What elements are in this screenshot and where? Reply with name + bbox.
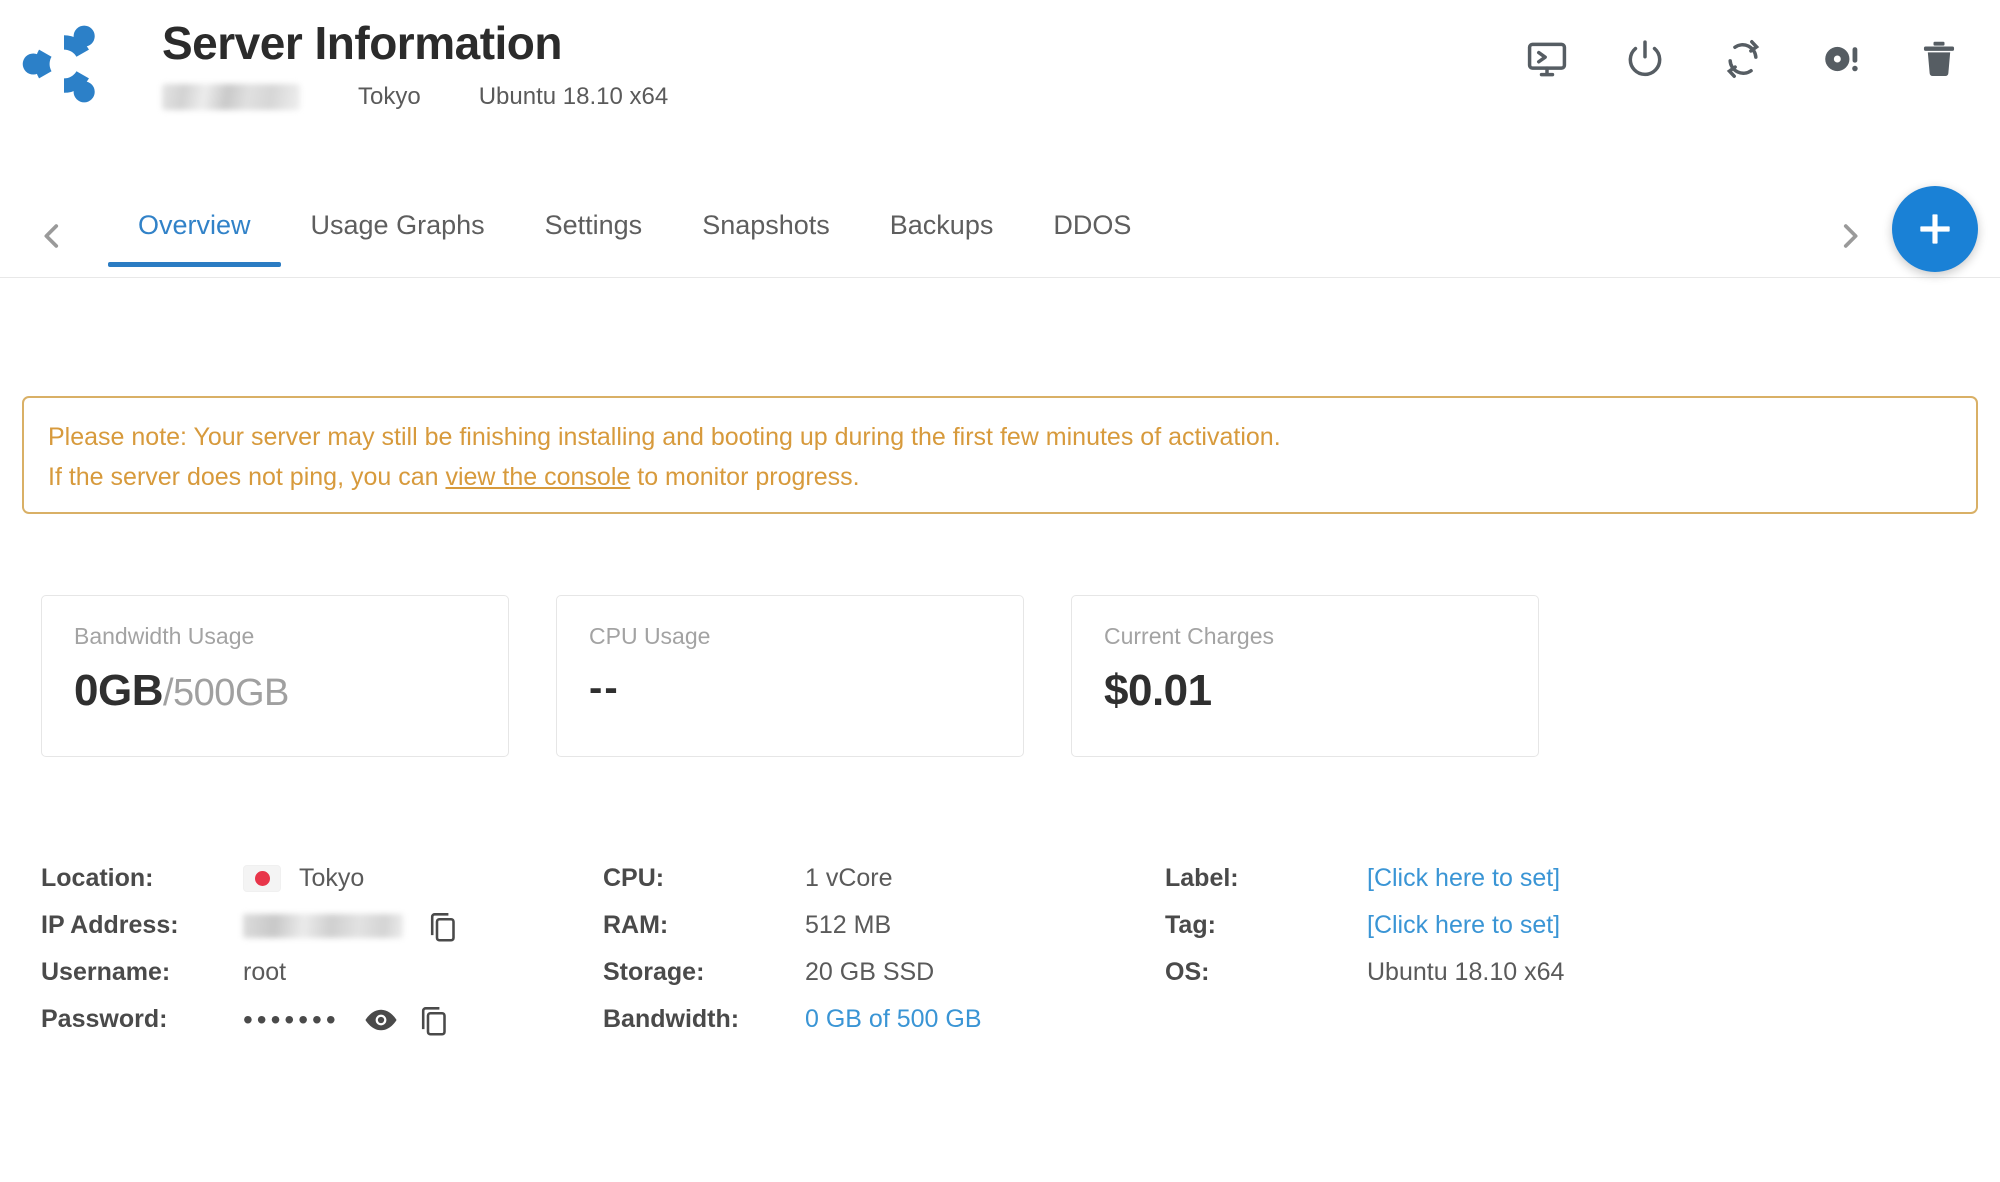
ubuntu-logo-icon <box>16 16 112 112</box>
tab-ddos[interactable]: DDOS <box>1023 196 1161 267</box>
notice-line-1: Please note: Your server may still be fi… <box>48 423 1281 451</box>
view-console-link[interactable]: view the console <box>445 463 630 491</box>
password-value-wrap: ••••••• <box>243 1001 468 1039</box>
bandwidth-used: 0GB <box>74 666 163 715</box>
tab-settings-label: Settings <box>544 210 643 240</box>
reinstall-icon[interactable] <box>1818 36 1864 82</box>
notice-line-2-suffix: to monitor progress. <box>630 462 860 491</box>
current-charges-value: $0.01 <box>1104 666 1212 715</box>
username-key: Username: <box>41 958 171 986</box>
detail-row-ip-address: IP Address: <box>41 902 556 949</box>
ubuntu-logo-svg <box>22 25 95 103</box>
copy-ip-icon[interactable] <box>425 908 461 944</box>
tab-list: Overview Usage Graphs Settings Snapshots… <box>108 196 1161 267</box>
cpu-value: 1 vCore <box>805 864 893 892</box>
ip-address-redacted <box>243 913 403 938</box>
bandwidth-total: /500GB <box>162 672 289 714</box>
hostname-redacted <box>162 83 300 110</box>
detail-row-username: Username: root <box>41 949 556 996</box>
detail-row-storage: Storage: 20 GB SSD <box>603 949 1118 996</box>
detail-row-location: Location: Tokyo <box>41 855 556 902</box>
notice-line-2: If the server does not ping, you can vie… <box>48 458 1952 498</box>
tab-usage-graphs[interactable]: Usage Graphs <box>281 196 515 267</box>
detail-row-os: OS: Ubuntu 18.10 x64 <box>1165 949 1680 996</box>
page-header: Server Information Tokyo Ubuntu 18.10 x6… <box>0 0 2000 158</box>
chevron-left-icon[interactable] <box>30 214 74 258</box>
activation-notice-banner: Please note: Your server may still be fi… <box>22 396 1978 514</box>
set-tag-link[interactable]: [Click here to set] <box>1367 911 1560 940</box>
current-charges-card: Current Charges $0.01 <box>1071 595 1539 757</box>
label-key: Label: <box>1165 864 1239 892</box>
cpu-usage-value: -- <box>589 666 620 710</box>
title-block: Server Information Tokyo Ubuntu 18.10 x6… <box>162 18 668 111</box>
tab-snapshots[interactable]: Snapshots <box>672 196 860 267</box>
bandwidth-key: Bandwidth: <box>603 1005 740 1033</box>
os-value: Ubuntu 18.10 x64 <box>1367 958 1565 986</box>
bandwidth-value-link[interactable]: 0 GB of 500 GB <box>805 1005 982 1034</box>
page-title: Server Information <box>162 17 563 69</box>
detail-row-tag: Tag: [Click here to set] <box>1165 902 1680 949</box>
tab-snapshots-label: Snapshots <box>702 210 830 240</box>
chevron-right-icon[interactable] <box>1828 214 1872 258</box>
console-icon[interactable] <box>1524 36 1570 82</box>
bandwidth-usage-value: 0GB/500GB <box>74 666 476 716</box>
tab-ddos-label: DDOS <box>1053 210 1132 240</box>
tab-settings[interactable]: Settings <box>515 196 673 267</box>
os-key: OS: <box>1165 958 1210 986</box>
ip-address-value-wrap <box>243 908 477 944</box>
plus-icon <box>1920 214 1950 244</box>
copy-password-icon[interactable] <box>416 1002 452 1038</box>
label-value-wrap: [Click here to set] <box>1367 864 1560 893</box>
cpu-usage-label: CPU Usage <box>589 623 711 649</box>
detail-row-label: Label: [Click here to set] <box>1165 855 1680 902</box>
tab-backups-label: Backups <box>889 210 994 240</box>
password-key: Password: <box>41 1005 168 1033</box>
details-column-right: Label: [Click here to set] Tag: [Click h… <box>1165 855 1680 1043</box>
location-value: Tokyo <box>299 864 365 892</box>
stat-cards: Bandwidth Usage 0GB/500GB CPU Usage -- C… <box>41 595 1959 757</box>
detail-row-ram: RAM: 512 MB <box>603 902 1118 949</box>
bandwidth-usage-card: Bandwidth Usage 0GB/500GB <box>41 595 509 757</box>
cpu-key: CPU: <box>603 864 665 892</box>
eye-icon[interactable] <box>362 1001 400 1039</box>
ip-address-key: IP Address: <box>41 911 179 939</box>
restart-icon[interactable] <box>1720 36 1766 82</box>
tab-overview[interactable]: Overview <box>108 196 281 267</box>
bandwidth-usage-label: Bandwidth Usage <box>74 623 255 649</box>
subtitle-os: Ubuntu 18.10 x64 <box>478 82 669 110</box>
tab-backups[interactable]: Backups <box>860 196 1024 267</box>
add-server-button[interactable] <box>1892 186 1978 272</box>
tag-key: Tag: <box>1165 911 1216 939</box>
ram-key: RAM: <box>603 911 669 939</box>
tag-value-wrap: [Click here to set] <box>1367 911 1560 940</box>
details-column-left: Location: Tokyo IP Address: Username: ro… <box>41 855 556 1043</box>
location-key: Location: <box>41 864 154 892</box>
storage-key: Storage: <box>603 958 705 986</box>
details-column-middle: CPU: 1 vCore RAM: 512 MB Storage: 20 GB … <box>603 855 1118 1043</box>
notice-line-2-prefix: If the server does not ping, you can <box>48 462 446 491</box>
trash-icon[interactable] <box>1916 36 1962 82</box>
tab-usage-graphs-label: Usage Graphs <box>310 210 485 240</box>
storage-value: 20 GB SSD <box>805 958 935 986</box>
current-charges-label: Current Charges <box>1104 623 1275 649</box>
detail-row-password: Password: ••••••• <box>41 996 556 1043</box>
header-actions <box>1524 36 1962 82</box>
tab-bar: Overview Usage Graphs Settings Snapshots… <box>0 196 2000 278</box>
detail-row-cpu: CPU: 1 vCore <box>603 855 1118 902</box>
power-icon[interactable] <box>1622 36 1668 82</box>
set-label-link[interactable]: [Click here to set] <box>1367 864 1560 893</box>
password-masked-value: ••••••• <box>243 1003 340 1035</box>
server-information-page: Server Information Tokyo Ubuntu 18.10 x6… <box>0 0 2000 1182</box>
server-details: Location: Tokyo IP Address: Username: ro… <box>41 855 1959 1043</box>
username-value: root <box>243 958 287 986</box>
tab-overview-label: Overview <box>138 210 251 240</box>
detail-row-bandwidth: Bandwidth: 0 GB of 500 GB <box>603 996 1118 1043</box>
server-subtitle: Tokyo Ubuntu 18.10 x64 <box>162 83 668 111</box>
location-value-wrap: Tokyo <box>243 864 364 893</box>
japan-flag-icon <box>243 865 281 892</box>
subtitle-location: Tokyo <box>358 82 421 110</box>
cpu-usage-card: CPU Usage -- <box>556 595 1024 757</box>
ram-value: 512 MB <box>805 911 892 939</box>
bandwidth-value-wrap: 0 GB of 500 GB <box>805 1005 982 1034</box>
